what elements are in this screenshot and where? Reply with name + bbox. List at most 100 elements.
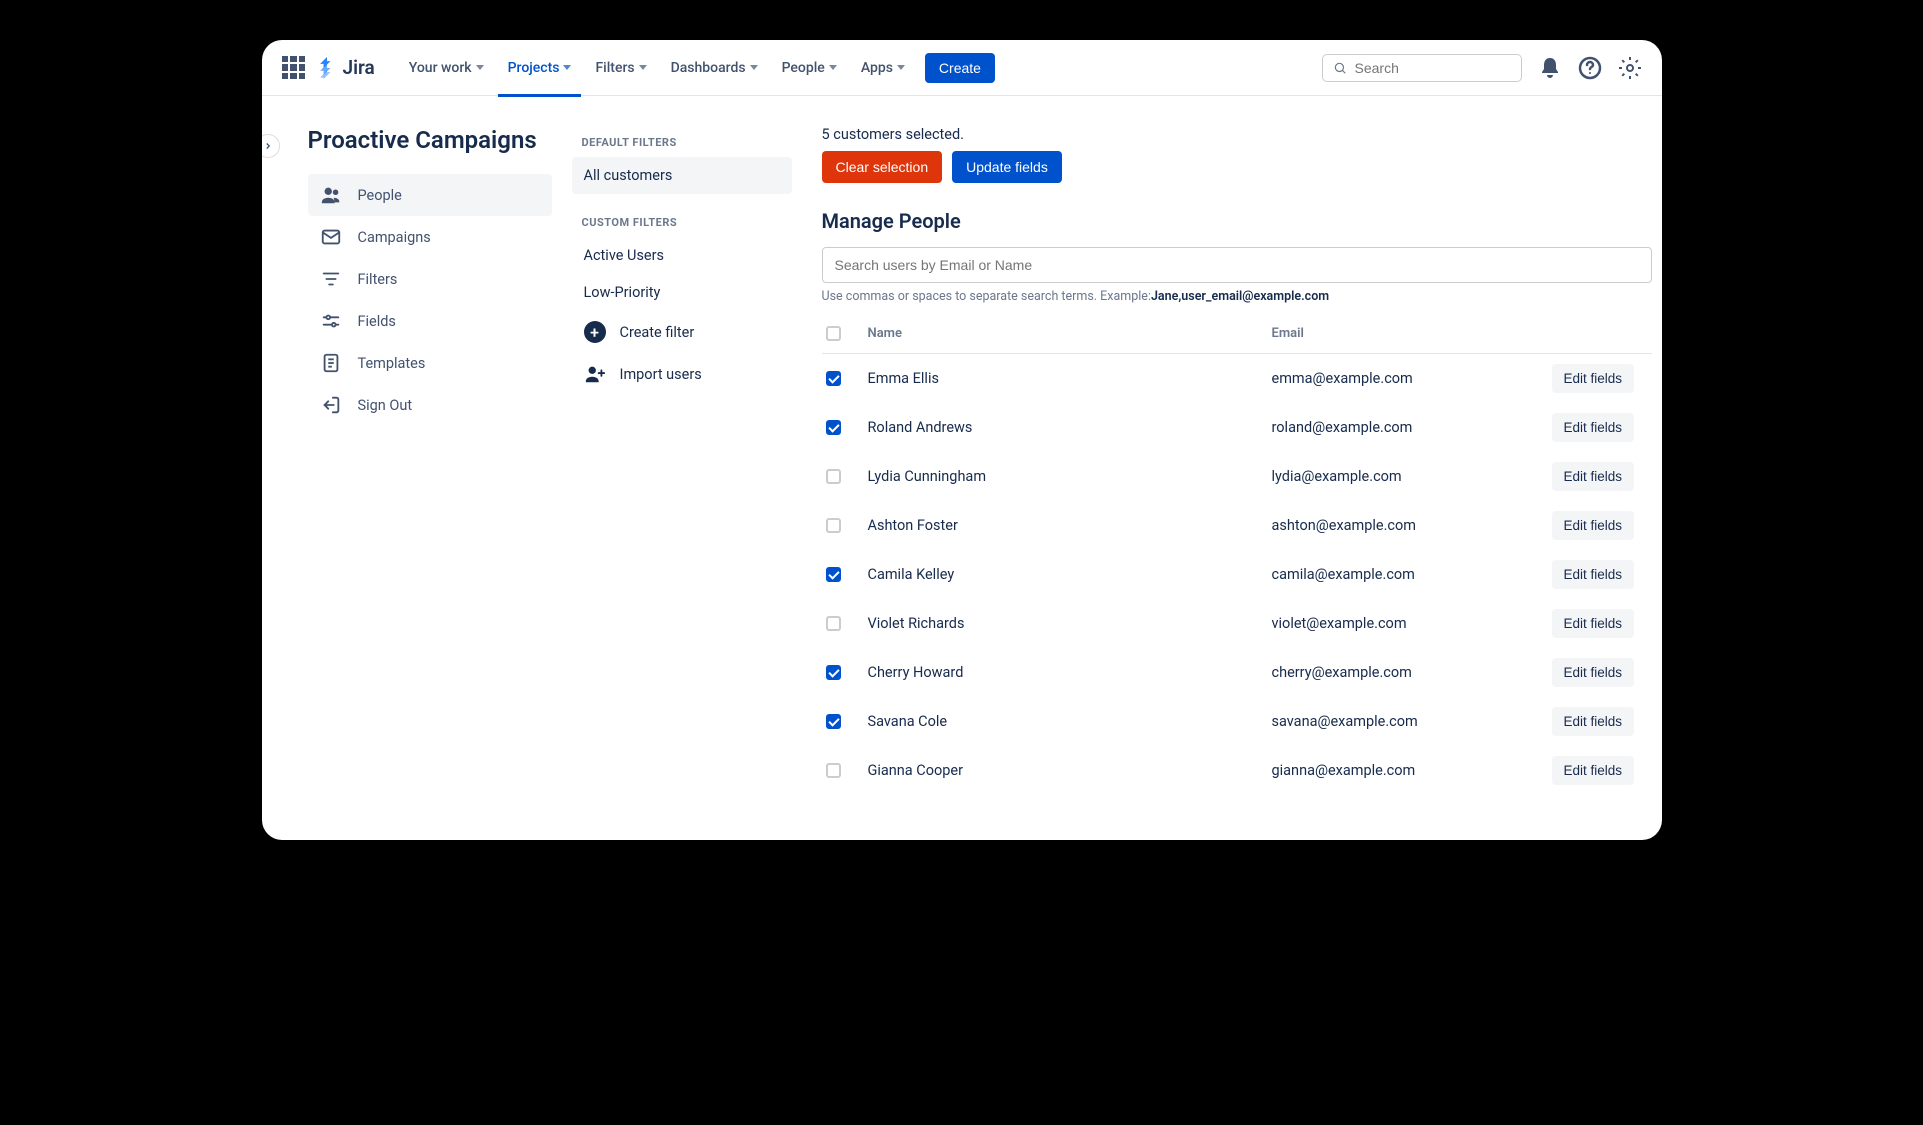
cell-email: violet@example.com: [1272, 615, 1552, 632]
edit-fields-button[interactable]: Edit fields: [1552, 511, 1635, 540]
table-row: Savana Colesavana@example.comEdit fields: [822, 697, 1652, 746]
filter-active-users[interactable]: Active Users: [572, 237, 792, 274]
default-filters-heading: DEFAULT FILTERS: [572, 126, 792, 157]
import-users-icon: [584, 363, 606, 385]
nav-item-your-work[interactable]: Your work: [399, 54, 494, 82]
row-checkbox[interactable]: [826, 469, 841, 484]
create-filter-button[interactable]: + Create filter: [572, 311, 792, 353]
select-all-checkbox[interactable]: [826, 326, 841, 341]
sidebar-item-campaigns[interactable]: Campaigns: [308, 216, 552, 258]
global-search-input[interactable]: [1355, 60, 1511, 76]
table-row: Lydia Cunninghamlydia@example.comEdit fi…: [822, 452, 1652, 501]
chevron-down-icon: [639, 65, 647, 70]
cell-email: camila@example.com: [1272, 566, 1552, 583]
sidebar: Proactive Campaigns PeopleCampaigns Filte…: [262, 96, 562, 840]
selection-count: 5 customers selected.: [822, 126, 1652, 143]
clear-selection-button[interactable]: Clear selection: [822, 151, 943, 183]
filter-low-priority[interactable]: Low-Priority: [572, 274, 792, 311]
filter-all-customers[interactable]: All customers: [572, 157, 792, 194]
chevron-down-icon: [829, 65, 837, 70]
app-switcher-icon[interactable]: [282, 56, 306, 80]
search-users-input[interactable]: [822, 247, 1652, 283]
table-row: Emma Ellisemma@example.comEdit fields: [822, 354, 1652, 403]
sidebar-item-templates[interactable]: Templates: [308, 342, 552, 384]
edit-fields-button[interactable]: Edit fields: [1552, 658, 1635, 687]
cell-name: Savana Cole: [868, 713, 1272, 730]
help-icon[interactable]: [1578, 56, 1602, 80]
nav-item-apps[interactable]: Apps: [851, 54, 915, 82]
edit-fields-button[interactable]: Edit fields: [1552, 560, 1635, 589]
cell-name: Gianna Cooper: [868, 762, 1272, 779]
chevron-right-icon: [263, 141, 273, 151]
row-checkbox[interactable]: [826, 420, 841, 435]
primary-nav: Your workProjectsFiltersDashboardsPeople…: [399, 54, 915, 82]
update-fields-button[interactable]: Update fields: [952, 151, 1062, 183]
nav-item-filters[interactable]: Filters: [585, 54, 656, 82]
people-icon: [320, 184, 342, 206]
page-title: Proactive Campaigns: [262, 116, 562, 174]
signout-icon: [320, 394, 342, 416]
search-icon: [1333, 60, 1347, 76]
chevron-down-icon: [897, 65, 905, 70]
edit-fields-button[interactable]: Edit fields: [1552, 609, 1635, 638]
settings-icon[interactable]: [1618, 56, 1642, 80]
nav-item-dashboards[interactable]: Dashboards: [661, 54, 768, 82]
cell-name: Ashton Foster: [868, 517, 1272, 534]
import-users-label: Import users: [620, 366, 702, 383]
sidebar-item-sign-out[interactable]: Sign Out: [308, 384, 552, 426]
edit-fields-button[interactable]: Edit fields: [1552, 413, 1635, 442]
row-checkbox[interactable]: [826, 518, 841, 533]
global-search[interactable]: [1322, 54, 1522, 82]
edit-fields-button[interactable]: Edit fields: [1552, 756, 1635, 785]
jira-icon: [316, 57, 338, 79]
notifications-icon[interactable]: [1538, 56, 1562, 80]
create-filter-label: Create filter: [620, 324, 695, 341]
table-row: Camila Kelleycamila@example.comEdit fiel…: [822, 550, 1652, 599]
row-checkbox[interactable]: [826, 714, 841, 729]
chevron-down-icon: [563, 65, 571, 70]
row-checkbox[interactable]: [826, 763, 841, 778]
import-users-button[interactable]: Import users: [572, 353, 792, 395]
row-checkbox[interactable]: [826, 665, 841, 680]
sidebar-item-filters[interactable]: Filters: [308, 258, 552, 300]
row-checkbox[interactable]: [826, 371, 841, 386]
cell-name: Emma Ellis: [868, 370, 1272, 387]
sidebar-item-label: Fields: [358, 313, 396, 330]
custom-filters-heading: CUSTOM FILTERS: [572, 206, 792, 237]
sidebar-item-label: Templates: [358, 355, 426, 372]
jira-logo[interactable]: Jira: [316, 56, 375, 79]
nav-item-projects[interactable]: Projects: [498, 54, 582, 82]
create-button[interactable]: Create: [925, 53, 995, 83]
edit-fields-button[interactable]: Edit fields: [1552, 364, 1635, 393]
cell-email: gianna@example.com: [1272, 762, 1552, 779]
cell-name: Roland Andrews: [868, 419, 1272, 436]
cell-name: Cherry Howard: [868, 664, 1272, 681]
edit-fields-button[interactable]: Edit fields: [1552, 462, 1635, 491]
column-name: Name: [868, 326, 1272, 341]
sidebar-item-label: Filters: [358, 271, 398, 288]
edit-fields-button[interactable]: Edit fields: [1552, 707, 1635, 736]
cell-email: savana@example.com: [1272, 713, 1552, 730]
cell-email: roland@example.com: [1272, 419, 1552, 436]
chevron-down-icon: [750, 65, 758, 70]
nav-item-people[interactable]: People: [772, 54, 847, 82]
sliders-icon: [320, 310, 342, 332]
table-row: Cherry Howardcherry@example.comEdit fiel…: [822, 648, 1652, 697]
envelope-icon: [320, 226, 342, 248]
cell-name: Violet Richards: [868, 615, 1272, 632]
table-row: Roland Andrewsroland@example.comEdit fie…: [822, 403, 1652, 452]
row-checkbox[interactable]: [826, 616, 841, 631]
table-row: Gianna Coopergianna@example.comEdit fiel…: [822, 746, 1652, 795]
cell-email: ashton@example.com: [1272, 517, 1552, 534]
cell-name: Lydia Cunningham: [868, 468, 1272, 485]
search-hint: Use commas or spaces to separate search …: [822, 289, 1652, 304]
sidebar-item-fields[interactable]: Fields: [308, 300, 552, 342]
section-title: Manage People: [822, 209, 1652, 233]
main-panel: 5 customers selected. Clear selection Up…: [802, 96, 1662, 840]
table-row: Violet Richardsviolet@example.comEdit fi…: [822, 599, 1652, 648]
sidebar-item-people[interactable]: People: [308, 174, 552, 216]
row-checkbox[interactable]: [826, 567, 841, 582]
top-navigation: Jira Your workProjectsFiltersDashboardsP…: [262, 40, 1662, 96]
chevron-down-icon: [476, 65, 484, 70]
cell-email: emma@example.com: [1272, 370, 1552, 387]
